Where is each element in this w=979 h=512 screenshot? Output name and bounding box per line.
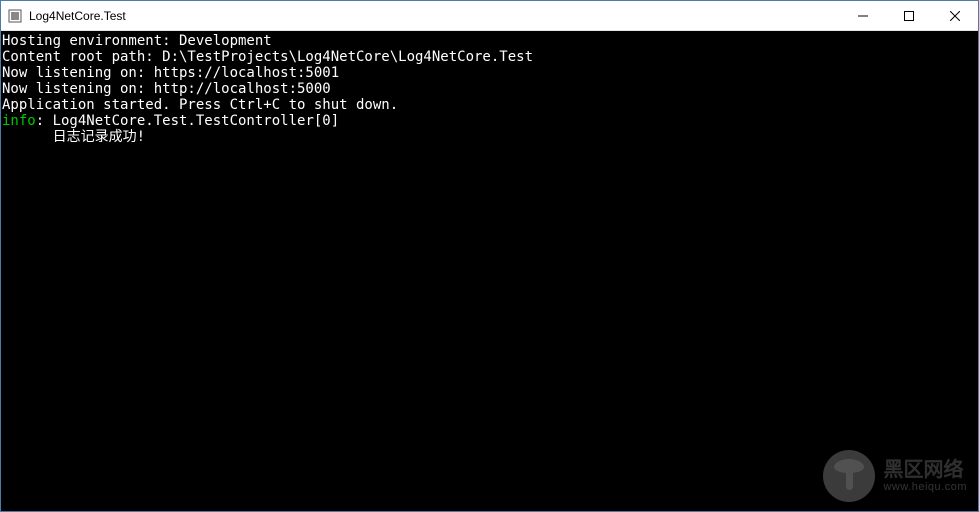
console-line: Hosting environment: Development	[2, 33, 978, 49]
console-line: info: Log4NetCore.Test.TestController[0]	[2, 113, 978, 129]
titlebar[interactable]: Log4NetCore.Test	[1, 1, 978, 31]
console-line: Application started. Press Ctrl+C to shu…	[2, 97, 978, 113]
console-line: Content root path: D:\TestProjects\Log4N…	[2, 49, 978, 65]
titlebar-buttons	[840, 1, 978, 30]
app-icon	[7, 8, 23, 24]
close-button[interactable]	[932, 1, 978, 30]
console-output: Hosting environment: DevelopmentContent …	[1, 31, 978, 511]
console-line: 日志记录成功!	[2, 129, 978, 145]
console-line: Now listening on: http://localhost:5000	[2, 81, 978, 97]
console-line: Now listening on: https://localhost:5001	[2, 65, 978, 81]
minimize-button[interactable]	[840, 1, 886, 30]
maximize-button[interactable]	[886, 1, 932, 30]
window-title: Log4NetCore.Test	[29, 9, 126, 23]
log-level-info: info	[2, 113, 36, 129]
app-window: Log4NetCore.Test Hosting environment: De…	[0, 0, 979, 512]
